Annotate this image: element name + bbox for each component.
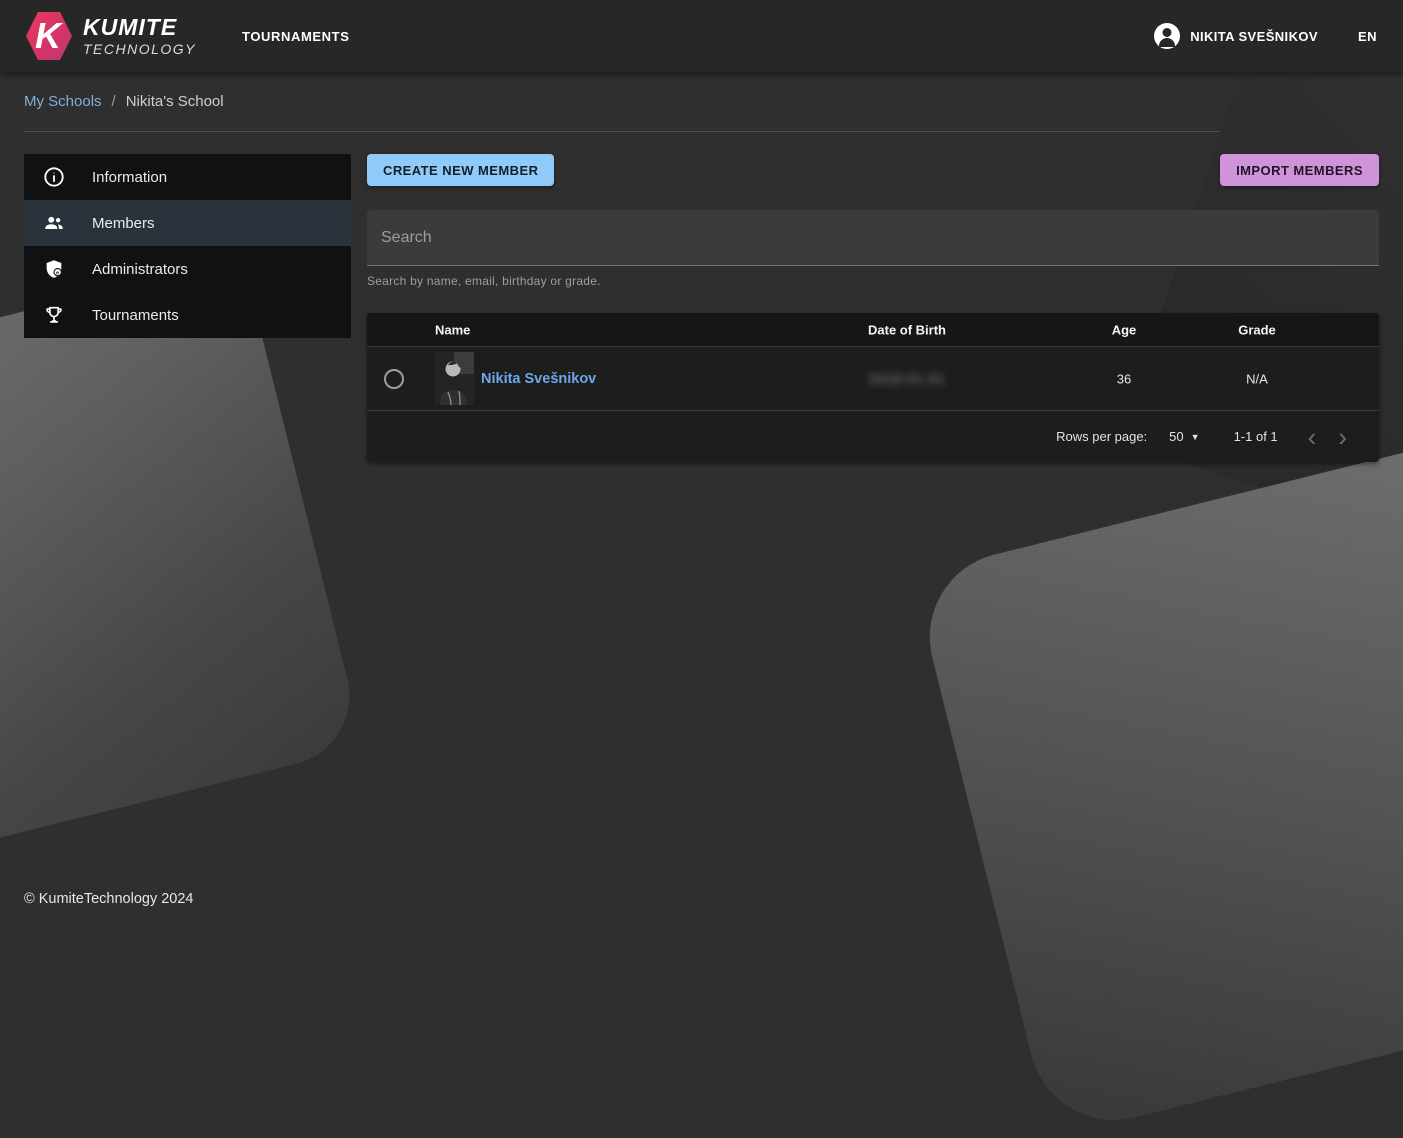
content-area: Information Members e [0, 132, 1403, 462]
sidebar-item-tournaments[interactable]: Tournaments [24, 292, 351, 338]
search-helper-text: Search by name, email, birthday or grade… [367, 274, 1379, 288]
sidebar-item-members[interactable]: Members [24, 200, 351, 246]
dropdown-caret-icon: ▼ [1191, 432, 1200, 442]
pagination-range-label: 1-1 of 1 [1234, 429, 1278, 444]
member-date-of-birth-redacted: 2018-01-01 [807, 371, 1007, 386]
page-footer: © KumiteTechnology 2024 [0, 891, 1403, 924]
pagination-controls: ‹ › [1308, 424, 1347, 450]
sidebar-item-label: Information [92, 169, 167, 186]
logo-text: KUMITE TECHNOLOGY [83, 16, 196, 56]
search-input[interactable] [367, 210, 1379, 266]
rows-per-page-select[interactable]: 50 ▼ [1169, 429, 1199, 444]
sidebar-item-label: Tournaments [92, 307, 179, 324]
school-sidebar: Information Members e [24, 154, 351, 338]
nav-tournaments[interactable]: TOURNAMENTS [242, 29, 349, 44]
column-header-date-of-birth: Date of Birth [807, 322, 1007, 337]
background-shape-bottom-right [912, 430, 1403, 1138]
copyright-text: © KumiteTechnology 2024 [24, 891, 193, 907]
sidebar-item-label: Administrators [92, 261, 188, 278]
previous-page-icon[interactable]: ‹ [1308, 424, 1317, 450]
logo-title: KUMITE [83, 16, 196, 39]
breadcrumb: My Schools / Nikita's School [24, 93, 1379, 110]
header-right: NIKITA SVEŠNIKOV EN [1154, 23, 1377, 49]
column-header-grade: Grade [1182, 322, 1332, 337]
member-name-link[interactable]: Nikita Svešnikov [481, 371, 596, 387]
table-row: Nikita Svešnikov 2018-01-01 36 N/A [367, 347, 1379, 411]
sidebar-item-administrators[interactable]: e Administrators [24, 246, 351, 292]
info-icon [42, 165, 66, 189]
member-grade: N/A [1182, 371, 1332, 386]
kumite-logo[interactable]: K KUMITE TECHNOLOGY [26, 11, 196, 61]
user-name: NIKITA SVEŠNIKOV [1190, 29, 1318, 44]
app-header: K KUMITE TECHNOLOGY TOURNAMENTS NIKITA S… [0, 0, 1403, 72]
logo-subtitle: TECHNOLOGY [83, 42, 196, 56]
table-header-row: Name Date of Birth Age Grade [367, 313, 1379, 347]
user-avatar-icon [1154, 23, 1180, 49]
people-icon [42, 211, 66, 235]
members-toolbar: CREATE NEW MEMBER IMPORT MEMBERS [367, 154, 1379, 186]
table-pagination: Rows per page: 50 ▼ 1-1 of 1 ‹ › [367, 411, 1379, 462]
breadcrumb-separator: / [112, 93, 116, 110]
logo-letter: K [25, 11, 71, 61]
admin-shield-icon: e [42, 257, 66, 281]
create-new-member-button[interactable]: CREATE NEW MEMBER [367, 154, 554, 186]
breadcrumb-my-schools-link[interactable]: My Schools [24, 93, 102, 110]
member-photo [434, 352, 474, 405]
sidebar-item-information[interactable]: Information [24, 154, 351, 200]
kumite-hexagon-icon: K [26, 11, 72, 61]
search-section: Search by name, email, birthday or grade… [367, 210, 1379, 288]
rows-per-page-label: Rows per page: [1056, 429, 1147, 444]
column-header-name: Name [435, 322, 470, 337]
language-selector[interactable]: EN [1358, 29, 1377, 44]
rows-per-page-value: 50 [1169, 429, 1183, 444]
trophy-icon [42, 303, 66, 327]
breadcrumb-bar: My Schools / Nikita's School [0, 72, 1403, 110]
next-page-icon[interactable]: › [1338, 424, 1347, 450]
member-age: 36 [1049, 371, 1199, 386]
column-header-age: Age [1049, 322, 1199, 337]
user-menu[interactable]: NIKITA SVEŠNIKOV [1154, 23, 1318, 49]
import-members-button[interactable]: IMPORT MEMBERS [1220, 154, 1379, 186]
breadcrumb-current-school: Nikita's School [126, 93, 224, 110]
members-table-card: Name Date of Birth Age Grade [367, 313, 1379, 462]
members-panel: CREATE NEW MEMBER IMPORT MEMBERS Search … [367, 154, 1379, 462]
row-radio-button[interactable] [384, 369, 404, 389]
sidebar-item-label: Members [92, 215, 155, 232]
